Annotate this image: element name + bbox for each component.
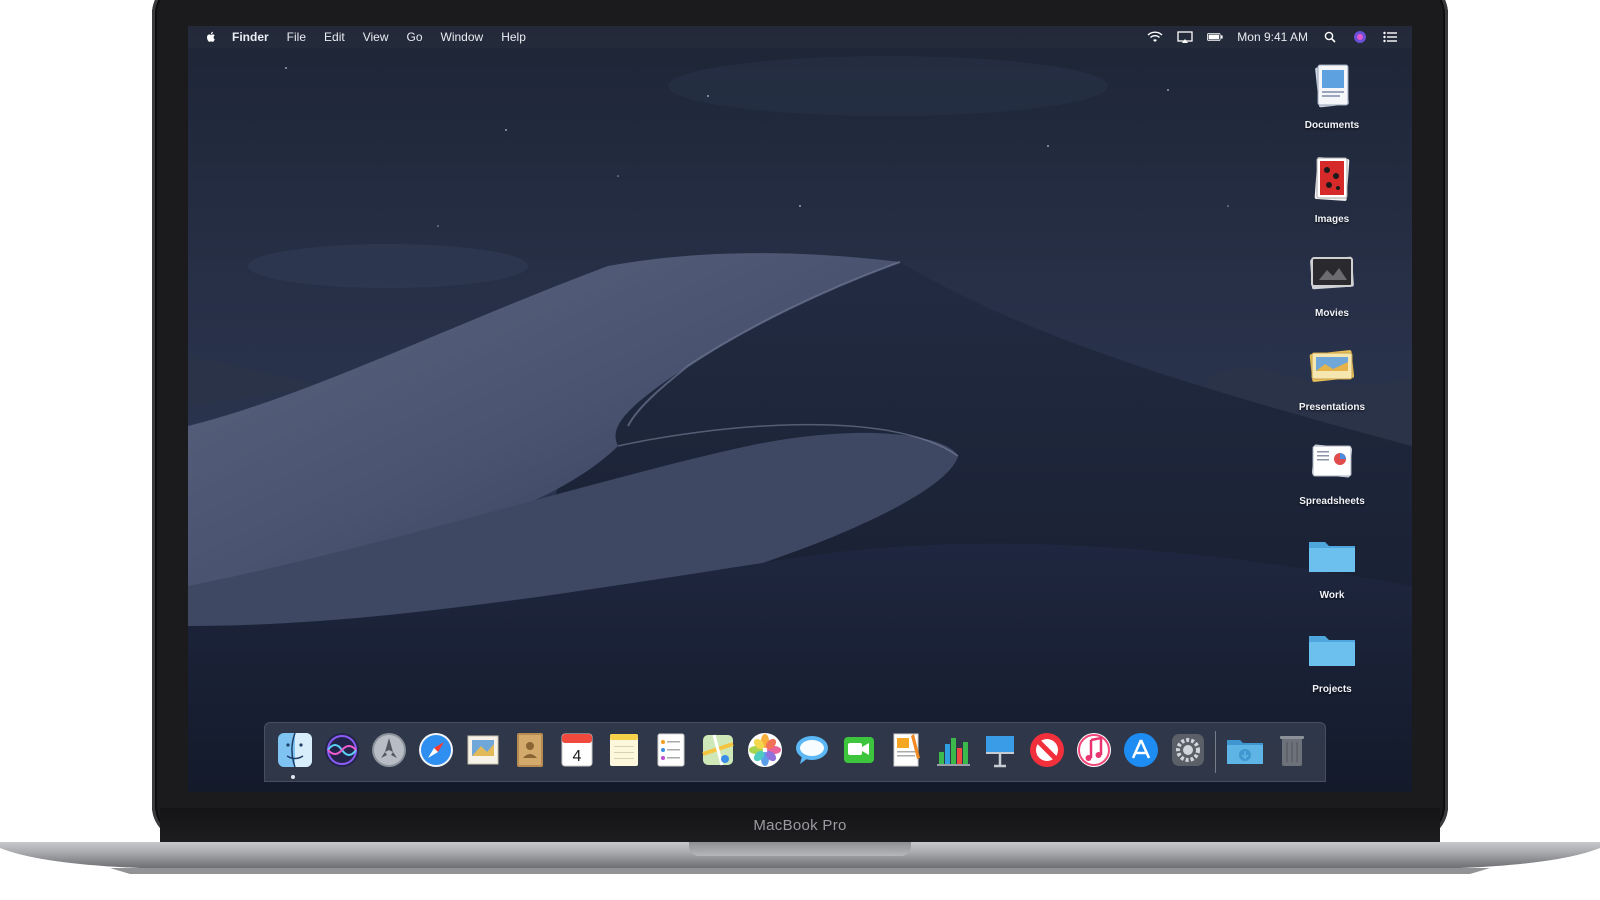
desktop-wallpaper xyxy=(188,26,1412,792)
desktop-item-spreadsheets[interactable]: Spreadsheets xyxy=(1282,434,1382,524)
desktop-item-label: Work xyxy=(1319,590,1345,601)
dock-contacts[interactable] xyxy=(508,728,552,772)
launchpad-icon xyxy=(372,733,406,767)
notification-center-icon[interactable] xyxy=(1382,30,1398,44)
reminders-icon xyxy=(657,733,685,767)
pages-icon xyxy=(893,733,920,767)
finder-icon xyxy=(278,732,312,768)
calendar-date: 4 xyxy=(573,748,582,765)
numbers-icon xyxy=(937,738,970,766)
desktop-item-label: Projects xyxy=(1312,684,1352,695)
photos-icon xyxy=(748,733,782,767)
menu-view[interactable]: View xyxy=(363,30,389,44)
dock-photos[interactable] xyxy=(743,728,787,772)
notes-icon xyxy=(610,734,638,766)
mail-icon xyxy=(467,735,499,765)
menu-file[interactable]: File xyxy=(287,30,306,44)
siri-icon xyxy=(325,733,359,767)
messages-icon xyxy=(796,736,828,764)
menu-bar: Finder File Edit View Go Window Help Mon… xyxy=(188,26,1412,48)
desktop-item-label: Spreadsheets xyxy=(1299,496,1365,507)
dock-trash[interactable] xyxy=(1270,728,1314,772)
presentations-stack-icon xyxy=(1309,350,1355,382)
airplay-icon[interactable] xyxy=(1177,30,1193,44)
wifi-icon[interactable] xyxy=(1147,30,1163,44)
dock-maps[interactable] xyxy=(696,728,740,772)
calendar-icon: 4 xyxy=(561,733,593,767)
dock-finder[interactable] xyxy=(273,728,317,772)
keynote-icon xyxy=(986,736,1014,768)
laptop-chin: MacBook Pro xyxy=(160,808,1440,844)
dock-separator xyxy=(1215,731,1216,773)
dock-app-store[interactable] xyxy=(1119,728,1163,772)
movies-stack-icon xyxy=(1310,256,1354,290)
facetime-icon xyxy=(844,737,874,763)
desktop-item-projects[interactable]: Projects xyxy=(1282,622,1382,712)
desktop-item-work[interactable]: Work xyxy=(1282,528,1382,618)
trash-icon xyxy=(1280,736,1304,766)
dock-safari[interactable] xyxy=(414,728,458,772)
desktop-item-movies[interactable]: Movies xyxy=(1282,246,1382,336)
desktop-item-label: Images xyxy=(1314,214,1350,225)
dock-reminders[interactable] xyxy=(649,728,693,772)
model-label: MacBook Pro xyxy=(753,816,847,834)
dock-siri[interactable] xyxy=(320,728,364,772)
desktop-item-images[interactable]: Images xyxy=(1282,152,1382,242)
dock-pages[interactable] xyxy=(884,728,928,772)
screen: Finder File Edit View Go Window Help Mon… xyxy=(188,26,1412,792)
dock-news[interactable] xyxy=(1025,728,1069,772)
dock-calendar[interactable]: 4 xyxy=(555,728,599,772)
dock-system-preferences[interactable] xyxy=(1166,728,1210,772)
folder-icon xyxy=(1309,636,1355,666)
menu-window[interactable]: Window xyxy=(441,30,484,44)
itunes-icon xyxy=(1077,733,1111,767)
dock-mail[interactable] xyxy=(461,728,505,772)
dock-messages[interactable] xyxy=(790,728,834,772)
dock: 4 xyxy=(264,722,1326,782)
images-stack-icon xyxy=(1314,157,1350,201)
dock-keynote[interactable] xyxy=(978,728,1022,772)
menu-go[interactable]: Go xyxy=(407,30,423,44)
dock-itunes[interactable] xyxy=(1072,728,1116,772)
siri-icon[interactable] xyxy=(1352,30,1368,44)
news-icon xyxy=(1030,733,1064,767)
apple-icon[interactable] xyxy=(204,30,218,44)
running-indicator xyxy=(291,775,295,779)
desktop-item-presentations[interactable]: Presentations xyxy=(1282,340,1382,430)
desktop-item-label: Presentations xyxy=(1298,402,1366,413)
dock-launchpad[interactable] xyxy=(367,728,411,772)
desktop-item-documents[interactable]: Documents xyxy=(1282,58,1382,148)
maps-icon xyxy=(702,734,734,766)
dock-facetime[interactable] xyxy=(837,728,881,772)
dock-notes[interactable] xyxy=(602,728,646,772)
desktop-item-label: Documents xyxy=(1304,120,1360,131)
menu-edit[interactable]: Edit xyxy=(324,30,345,44)
safari-icon xyxy=(419,733,453,767)
system-preferences-icon xyxy=(1172,734,1204,766)
dock-numbers[interactable] xyxy=(931,728,975,772)
battery-icon[interactable] xyxy=(1207,30,1223,44)
menu-help[interactable]: Help xyxy=(501,30,526,44)
documents-stack-icon xyxy=(1315,64,1349,108)
opening-notch xyxy=(689,842,911,856)
menu-clock[interactable]: Mon 9:41 AM xyxy=(1237,30,1308,44)
downloads-folder-icon xyxy=(1227,740,1263,764)
app-store-icon xyxy=(1124,733,1158,767)
contacts-icon xyxy=(517,733,543,767)
folder-icon xyxy=(1309,542,1355,572)
spreadsheets-stack-icon xyxy=(1311,444,1353,478)
spotlight-icon[interactable] xyxy=(1322,30,1338,44)
dock-downloads[interactable] xyxy=(1223,728,1267,772)
menu-app-name[interactable]: Finder xyxy=(232,30,269,44)
desktop-item-label: Movies xyxy=(1315,308,1349,319)
